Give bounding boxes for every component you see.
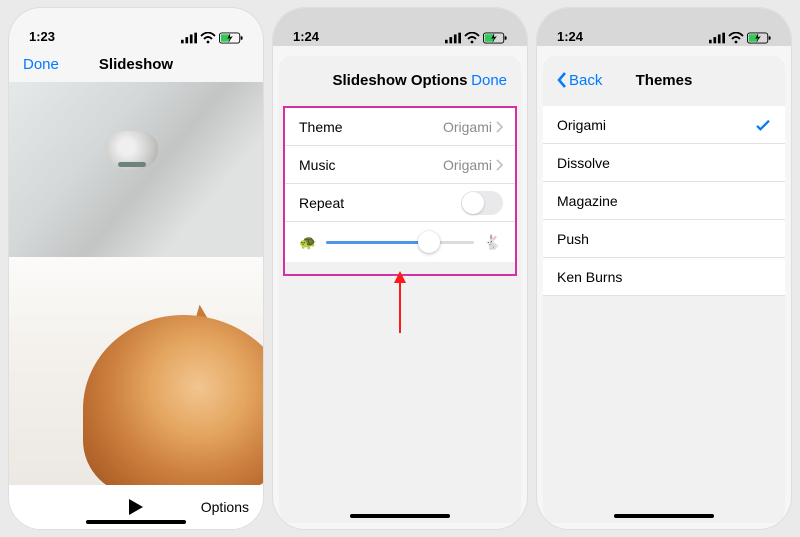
play-icon[interactable] — [129, 499, 143, 515]
music-label: Music — [299, 157, 336, 173]
options-button[interactable]: Options — [201, 499, 249, 515]
theme-row[interactable]: Push — [543, 220, 785, 258]
chevron-left-icon — [557, 72, 567, 88]
battery-icon — [747, 32, 771, 44]
speed-slider[interactable] — [326, 241, 473, 244]
status-icons — [181, 32, 243, 44]
status-bar: 1:23 — [9, 8, 263, 46]
chevron-right-icon — [496, 121, 503, 133]
theme-label: Theme — [299, 119, 343, 135]
checkmark-icon — [755, 119, 771, 131]
repeat-row: Repeat — [285, 184, 515, 222]
speed-slider-row: 🐢 🐇 — [285, 222, 515, 262]
signal-icon — [181, 32, 197, 44]
screen-slideshow: 1:23 Done Slideshow Options — [9, 8, 263, 529]
chevron-right-icon — [496, 159, 503, 171]
status-bar: 1:24 — [537, 8, 791, 46]
status-icons — [445, 32, 507, 44]
modal-nav-bar: Back Themes — [543, 56, 785, 98]
arrow-head-icon — [394, 271, 406, 283]
theme-label: Dissolve — [557, 155, 610, 171]
screen-slideshow-options: 1:24 Slideshow Options Done Theme Origam… — [273, 8, 527, 529]
repeat-label: Repeat — [299, 195, 344, 211]
status-time: 1:23 — [29, 29, 55, 44]
signal-icon — [709, 32, 725, 44]
wifi-icon — [728, 32, 744, 44]
music-value: Origami — [443, 157, 503, 173]
battery-icon — [219, 32, 243, 44]
status-icons — [709, 32, 771, 44]
status-bar: 1:24 — [273, 8, 527, 46]
modal-nav-bar: Slideshow Options Done — [279, 56, 521, 98]
done-button[interactable]: Done — [23, 56, 59, 73]
status-time: 1:24 — [557, 29, 583, 44]
home-indicator[interactable] — [614, 514, 714, 518]
theme-label: Magazine — [557, 193, 618, 209]
wifi-icon — [200, 32, 216, 44]
back-label: Back — [569, 72, 602, 89]
photo-2 — [9, 257, 263, 485]
slideshow-photos[interactable] — [9, 82, 263, 485]
nav-right-spacer — [245, 56, 249, 73]
options-modal: Slideshow Options Done Theme Origami Mus… — [279, 56, 521, 523]
wifi-icon — [464, 32, 480, 44]
theme-label: Ken Burns — [557, 269, 622, 285]
themes-list: Origami Dissolve Magazine Push Ken Burns — [543, 98, 785, 296]
status-time: 1:24 — [293, 29, 319, 44]
repeat-switch[interactable] — [461, 191, 503, 215]
nav-bar: Done Slideshow — [9, 46, 263, 82]
home-indicator[interactable] — [86, 520, 186, 524]
themes-modal: Back Themes Origami Dissolve Magazine Push K… — [543, 56, 785, 523]
theme-label: Origami — [557, 117, 606, 133]
arrow-annotation — [394, 271, 406, 333]
options-content: Theme Origami Music Origami Repeat — [279, 98, 521, 276]
music-row[interactable]: Music Origami — [285, 146, 515, 184]
arrow-shaft — [399, 283, 401, 333]
theme-row[interactable]: Theme Origami — [285, 108, 515, 146]
battery-icon — [483, 32, 507, 44]
highlight-annotation: Theme Origami Music Origami Repeat — [283, 106, 517, 276]
slideshow-body: Options — [9, 82, 263, 529]
theme-row[interactable]: Ken Burns — [543, 258, 785, 296]
turtle-icon: 🐢 — [299, 234, 316, 251]
theme-row[interactable]: Dissolve — [543, 144, 785, 182]
theme-value: Origami — [443, 119, 503, 135]
home-indicator[interactable] — [350, 514, 450, 518]
done-button[interactable]: Done — [471, 72, 507, 89]
cat-under-blanket-illustration — [106, 131, 158, 171]
slider-fill — [326, 241, 429, 244]
signal-icon — [445, 32, 461, 44]
slider-thumb[interactable] — [418, 231, 440, 253]
theme-row[interactable]: Magazine — [543, 182, 785, 220]
theme-label: Push — [557, 231, 589, 247]
photo-1 — [9, 82, 263, 257]
screen-themes: 1:24 Back Themes Origami Dissolve Magazine… — [537, 8, 791, 529]
orange-cat-illustration — [83, 315, 263, 485]
rabbit-icon: 🐇 — [484, 234, 501, 251]
back-button[interactable]: Back — [557, 72, 602, 89]
theme-row[interactable]: Origami — [543, 106, 785, 144]
